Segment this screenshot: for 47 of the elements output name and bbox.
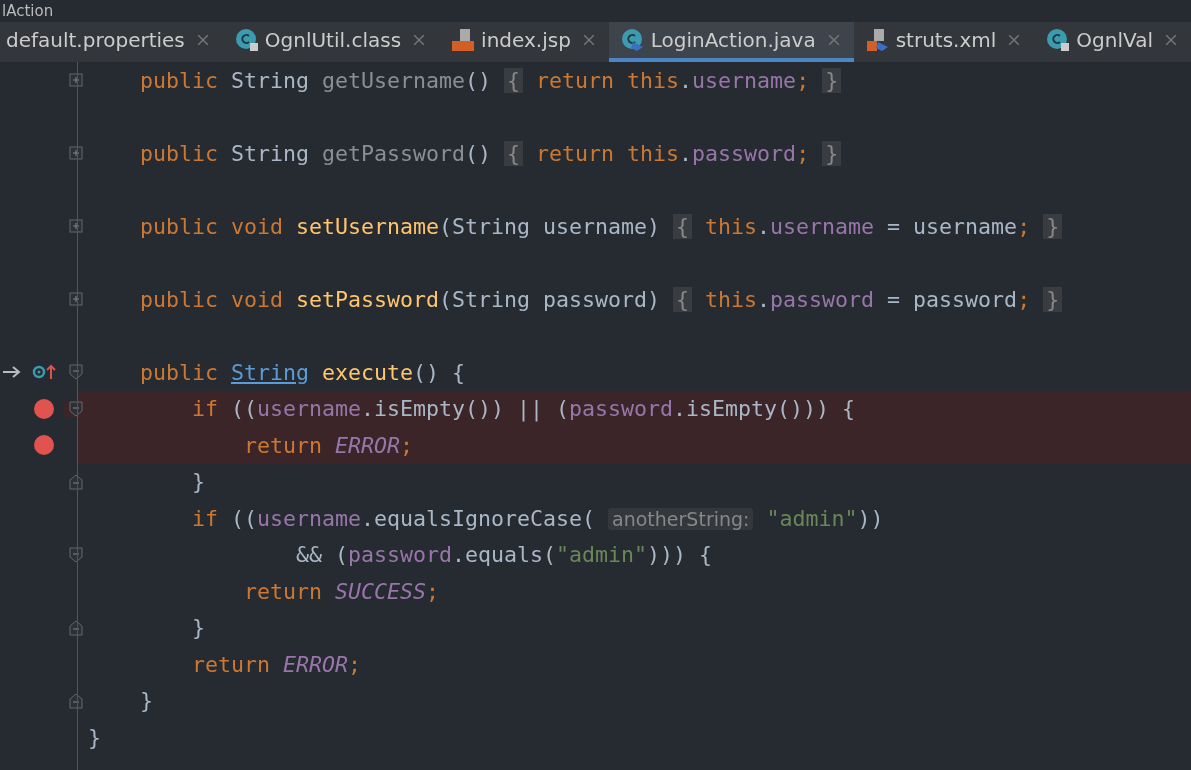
collapse-icon[interactable] xyxy=(69,692,83,709)
file-tab[interactable]: struts.xml xyxy=(853,22,1035,62)
close-icon[interactable] xyxy=(413,34,426,46)
code-line: return SUCCESS; xyxy=(243,578,440,604)
expand-icon[interactable] xyxy=(69,145,83,162)
class-file-icon xyxy=(1046,28,1071,52)
code-line: public String getPassword() { return this.password; } xyxy=(88,140,842,166)
code-line: } xyxy=(191,469,205,495)
execution-arrow-icon xyxy=(2,365,22,380)
code-line: public String execute() { xyxy=(139,359,466,385)
code-line: && (password.equals("admin"))) { xyxy=(295,542,713,568)
jsp-file-icon xyxy=(451,28,476,52)
code-line: } xyxy=(139,688,153,714)
close-icon[interactable] xyxy=(1164,34,1177,46)
collapse-icon[interactable] xyxy=(69,400,83,417)
window-title: lAction xyxy=(2,2,54,20)
class-file-icon xyxy=(234,28,259,52)
collapse-icon[interactable] xyxy=(69,619,83,636)
breakpoint-icon[interactable] xyxy=(34,435,54,456)
expand-icon[interactable] xyxy=(69,218,83,235)
close-icon[interactable] xyxy=(582,34,595,46)
close-icon[interactable] xyxy=(196,34,209,46)
close-icon[interactable] xyxy=(827,34,840,46)
code-line: } xyxy=(191,615,205,641)
file-tab[interactable]: LoginAction.java xyxy=(608,22,854,62)
xml-file-icon xyxy=(865,28,890,52)
java-class-icon xyxy=(620,28,645,52)
code-line: } xyxy=(88,724,101,750)
collapse-icon[interactable] xyxy=(69,473,83,490)
code-line: return ERROR; xyxy=(243,432,414,458)
code-line: if ((username.equalsIgnoreCase( anotherString: "admin")) xyxy=(191,505,884,531)
file-tab[interactable]: OgnlUtil.class xyxy=(222,22,440,62)
expand-icon[interactable] xyxy=(69,72,83,89)
code-line: public String getUsername() { return this.username; } xyxy=(88,67,842,93)
code-line: if ((username.isEmpty()) || (password.isEmpty())) { xyxy=(191,396,856,422)
override-icon[interactable] xyxy=(32,364,56,381)
collapse-icon[interactable] xyxy=(69,364,83,381)
file-tab[interactable]: OgnlVal xyxy=(1034,22,1191,62)
breakpoint-icon[interactable] xyxy=(34,398,54,419)
close-icon[interactable] xyxy=(1008,34,1021,46)
collapse-icon[interactable] xyxy=(69,546,83,563)
expand-icon[interactable] xyxy=(69,291,83,308)
file-tab[interactable]: index.jsp xyxy=(439,22,609,62)
code-line: return ERROR; xyxy=(191,651,362,677)
code-line: public void setPassword(String password) { this.password = password; } xyxy=(88,286,1063,312)
code-line: public void setUsername(String username) { this.username = username; } xyxy=(88,213,1063,239)
file-tab[interactable]: default.properties xyxy=(0,22,223,62)
